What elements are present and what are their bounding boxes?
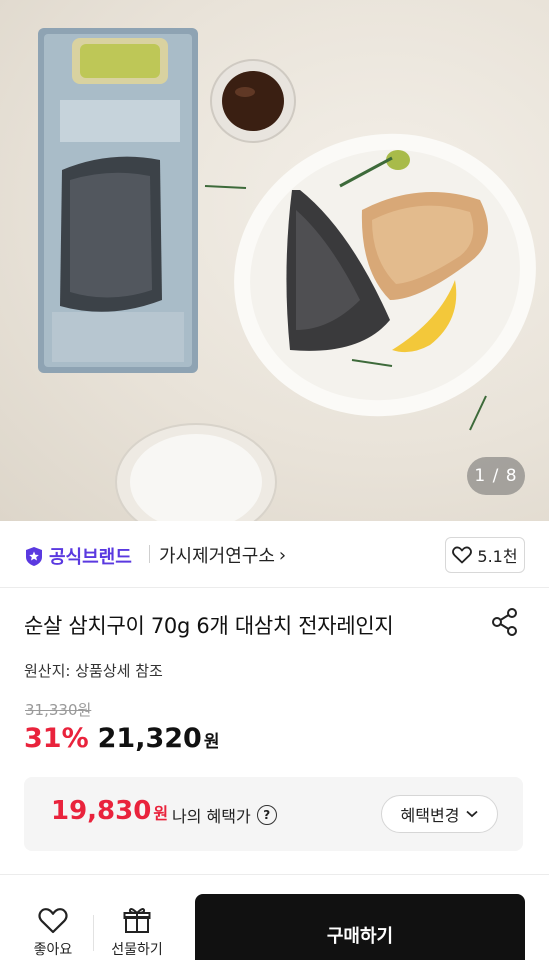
- divider: [149, 545, 150, 563]
- store-like-button[interactable]: 5.1천: [445, 537, 525, 573]
- original-price: 31,330원: [25, 701, 92, 719]
- chevron-right-icon: ›: [278, 544, 287, 566]
- chevron-down-icon: [466, 810, 479, 818]
- sauce-dish: [210, 59, 296, 143]
- like-button[interactable]: 좋아요: [27, 907, 79, 959]
- benefit-price-value: 19,830: [51, 796, 152, 826]
- heart-icon: [452, 546, 473, 564]
- official-brand-label: 공식브랜드: [49, 547, 132, 568]
- benefit-label: 나의 혜택가 ?: [172, 803, 277, 827]
- rice-bowl: [115, 423, 277, 521]
- benefit-label-text: 나의 혜택가: [172, 807, 251, 826]
- product-title: 순살 삼치구이 70g 6개 대삼치 전자레인지: [24, 614, 394, 638]
- origin-info: 원산지: 상품상세 참조: [24, 662, 163, 680]
- heart-icon: [38, 908, 68, 934]
- benefit-price: 19,830 원: [51, 796, 168, 826]
- benefit-change-label: 혜택변경: [400, 806, 460, 825]
- store-link[interactable]: 가시제거연구소 ›: [159, 542, 286, 568]
- benefit-price-unit: 원: [153, 804, 169, 823]
- product-image-carousel[interactable]: 1 / 8: [0, 0, 549, 521]
- gift-label: 선물하기: [111, 942, 163, 958]
- help-icon[interactable]: ?: [256, 805, 277, 825]
- price-row: 31% 21,320 원: [24, 723, 219, 754]
- shield-star-icon: [26, 546, 42, 566]
- benefit-price-box: 19,830 원 나의 혜택가 ? 혜택변경: [24, 777, 523, 851]
- herb-sprig: [469, 395, 487, 431]
- buy-button[interactable]: 구매하기: [195, 894, 525, 960]
- sale-price: 21,320 원: [98, 723, 220, 754]
- plate-with-fish: [234, 133, 536, 417]
- fish-package: [38, 28, 198, 373]
- discount-rate: 31%: [24, 723, 89, 754]
- bottom-action-bar: 좋아요 선물하기 구매하기: [0, 874, 549, 960]
- sale-price-unit: 원: [203, 732, 220, 752]
- like-label: 좋아요: [33, 942, 73, 958]
- herb-sprig: [204, 185, 247, 189]
- benefit-change-button[interactable]: 혜택변경: [381, 795, 498, 833]
- official-brand-badge: 공식브랜드: [24, 543, 132, 569]
- product-photo: [38, 28, 536, 521]
- gift-icon: [123, 908, 151, 933]
- gift-button[interactable]: 선물하기: [103, 907, 171, 959]
- image-counter: 1 / 8: [467, 457, 525, 495]
- like-count: 5.1천: [477, 547, 518, 566]
- divider: [93, 915, 94, 951]
- sale-price-value: 21,320: [97, 723, 202, 754]
- store-name: 가시제거연구소: [159, 546, 275, 567]
- brand-row: 공식브랜드 가시제거연구소 › 5.1천: [0, 521, 549, 588]
- share-icon[interactable]: [490, 607, 520, 637]
